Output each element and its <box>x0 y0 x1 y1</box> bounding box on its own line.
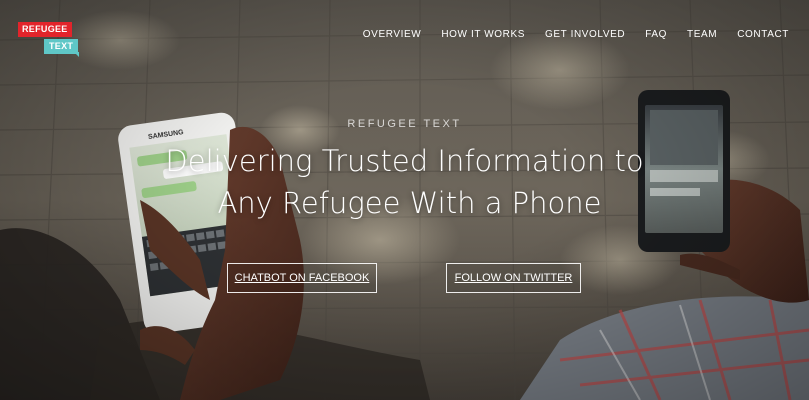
headline-line-2: Any Refugee With a Phone <box>217 186 602 220</box>
logo-refugee-label: REFUGEE <box>18 22 72 37</box>
hero-headline: Delivering Trusted Information to Any Re… <box>0 140 809 224</box>
nav-team[interactable]: TEAM <box>687 29 717 40</box>
hero-section: SAMSUNG REFUGEE TEXT OVERVIEW HOW IT WOR… <box>0 0 809 400</box>
follow-twitter-button[interactable]: FOLLOW ON TWITTER <box>446 263 581 293</box>
main-nav: OVERVIEW HOW IT WORKS GET INVOLVED FAQ T… <box>363 29 789 40</box>
nav-faq[interactable]: FAQ <box>645 29 667 40</box>
nav-contact[interactable]: CONTACT <box>737 29 789 40</box>
hero-eyebrow: REFUGEE TEXT <box>347 118 462 130</box>
chatbot-facebook-button[interactable]: CHATBOT ON FACEBOOK <box>227 263 377 293</box>
logo-speech-tail <box>74 52 79 57</box>
nav-overview[interactable]: OVERVIEW <box>363 29 422 40</box>
nav-get-involved[interactable]: GET INVOLVED <box>545 29 625 40</box>
refugee-text-logo[interactable]: REFUGEE TEXT <box>18 22 88 57</box>
nav-how-it-works[interactable]: HOW IT WORKS <box>441 29 525 40</box>
headline-line-1: Delivering Trusted Information to <box>165 144 644 178</box>
